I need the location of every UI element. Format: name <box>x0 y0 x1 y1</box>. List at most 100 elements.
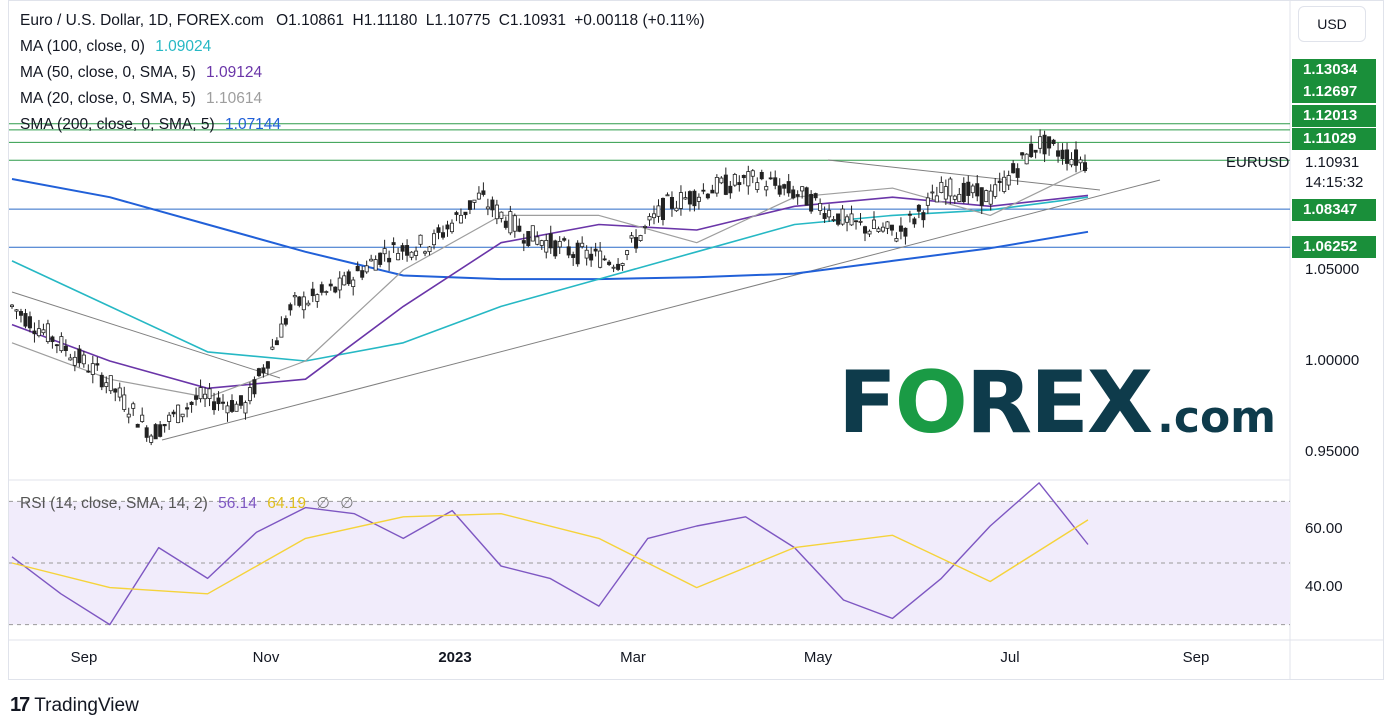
candle-body <box>1065 149 1070 164</box>
candle-body <box>804 187 809 206</box>
candle-body <box>14 309 19 312</box>
candle-body <box>95 363 100 366</box>
indicator-label: SMA (200, close, 0, SMA, 5) <box>20 116 215 133</box>
current-symbol-label: EURUSD <box>1226 154 1290 171</box>
rsi-legend[interactable]: RSI (14, close, SMA, 14, 2) 56.14 64.19 … <box>20 494 354 513</box>
candle-body <box>369 258 374 262</box>
rsi-value: 56.14 <box>218 495 257 512</box>
price-tag-5: 1.08347 <box>1292 199 1376 221</box>
candle-body <box>912 218 917 225</box>
candle-body <box>701 189 706 192</box>
time-tick: Nov <box>252 649 280 666</box>
price-tag-4: 1.11029 <box>1292 128 1376 150</box>
candle-body <box>194 395 199 400</box>
candle-body <box>221 401 226 404</box>
candle-body <box>274 340 279 346</box>
candle-body <box>813 193 818 199</box>
candle-body <box>387 257 392 263</box>
candle-body <box>36 328 41 337</box>
candle-body <box>243 402 248 414</box>
indicator-ma50[interactable]: MA (50, close, 0, SMA, 5) 1.09124 <box>20 64 262 82</box>
candle-body <box>512 215 517 232</box>
close-label: C <box>498 12 510 29</box>
candle-body <box>229 400 234 412</box>
candle-body <box>256 368 261 377</box>
candle-body <box>553 240 558 257</box>
candle-body <box>894 238 899 242</box>
candle-body <box>77 348 82 364</box>
candle-body <box>836 213 841 225</box>
candle-body <box>535 236 540 245</box>
candle-body <box>68 357 73 361</box>
candle-body <box>696 196 701 202</box>
candle-body <box>405 245 410 256</box>
candle-body <box>1047 136 1052 149</box>
tradingview-footer[interactable]: 17 TradingView <box>10 694 139 717</box>
candle-body <box>687 191 692 205</box>
candle-body <box>625 250 630 256</box>
candle-body <box>755 182 760 191</box>
indicator-ma100[interactable]: MA (100, close, 0) 1.09024 <box>20 38 211 56</box>
candle-body <box>1074 149 1079 166</box>
price-tag-1: 1.13034 <box>1292 59 1376 81</box>
candle-body <box>984 190 989 203</box>
candle-body <box>1051 139 1056 145</box>
candle-body <box>131 403 136 409</box>
high-value: 1.11180 <box>363 12 418 29</box>
time-tick: Sep <box>70 649 98 666</box>
candle-body <box>409 251 414 258</box>
tradingview-brand: TradingView <box>34 694 139 716</box>
open-label: O <box>276 12 289 29</box>
candle-body <box>732 174 737 186</box>
candle-body <box>800 186 805 192</box>
candle-body <box>472 199 477 203</box>
candle-body <box>494 204 499 220</box>
candle-body <box>203 393 208 400</box>
candle-body <box>427 246 432 253</box>
rsi-tick: 40.00 <box>1305 578 1343 595</box>
candle-body <box>678 192 683 209</box>
currency-button[interactable]: USD <box>1298 6 1366 42</box>
candle-body <box>247 387 252 402</box>
candle-body <box>768 177 773 180</box>
candle-body <box>692 190 697 207</box>
candle-body <box>786 181 791 194</box>
candle-body <box>333 286 338 293</box>
bar-countdown: 14:15:32 <box>1305 174 1364 191</box>
candle-body <box>1038 136 1043 149</box>
candle-body <box>144 427 149 438</box>
candle-body <box>292 295 297 298</box>
candle-body <box>885 221 890 229</box>
candle-body <box>674 207 679 212</box>
candle-body <box>378 252 383 265</box>
indicator-label: MA (20, close, 0, SMA, 5) <box>20 90 196 107</box>
candle-body <box>660 197 665 221</box>
candle-body <box>117 387 122 398</box>
forex-logo: FOREX .com <box>838 358 1276 463</box>
indicator-sma200[interactable]: SMA (200, close, 0, SMA, 5) 1.07144 <box>20 116 281 134</box>
candle-body <box>831 219 836 221</box>
candle-body <box>59 336 64 352</box>
candle-body <box>647 216 652 221</box>
candle-body <box>414 250 419 256</box>
candle-body <box>988 190 993 205</box>
candle-body <box>108 375 113 392</box>
indicator-ma20[interactable]: MA (20, close, 0, SMA, 5) 1.10614 <box>20 90 262 108</box>
candle-body <box>921 212 926 221</box>
candle-body <box>1015 168 1020 178</box>
candle-body <box>1033 149 1038 153</box>
candle-body <box>176 404 181 424</box>
candle-body <box>629 235 634 239</box>
candle-body <box>54 344 59 347</box>
indicator-label: MA (100, close, 0) <box>20 38 145 55</box>
candle-body <box>1083 162 1088 172</box>
candle-body <box>952 195 957 200</box>
candle-body <box>167 414 172 422</box>
indicator-value: 1.09124 <box>206 64 263 81</box>
candle-body <box>445 224 450 230</box>
candle-body <box>548 233 553 249</box>
time-tick: May <box>803 649 833 666</box>
candle-body <box>566 246 571 256</box>
candle-body <box>539 240 544 246</box>
candle-body <box>463 211 468 216</box>
